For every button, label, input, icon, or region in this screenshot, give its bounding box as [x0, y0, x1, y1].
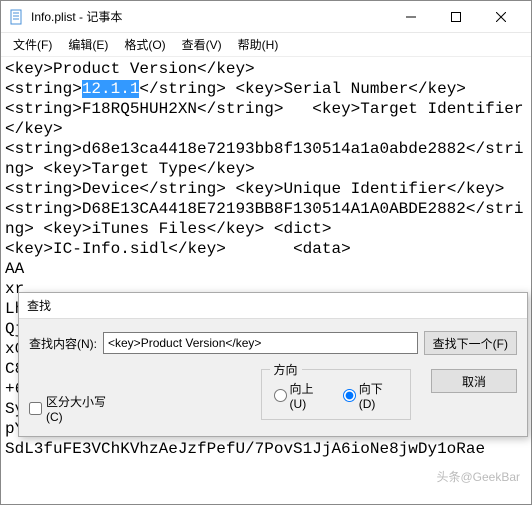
find-input[interactable] [103, 332, 418, 354]
direction-down[interactable]: 向下(D) [343, 380, 398, 411]
direction-up-radio[interactable] [274, 389, 287, 402]
window-title: Info.plist - 记事本 [31, 8, 122, 25]
direction-down-radio[interactable] [343, 389, 356, 402]
match-case-input[interactable] [29, 402, 42, 415]
menu-file[interactable]: 文件(F) [7, 34, 58, 55]
close-button[interactable] [478, 2, 523, 32]
find-label: 查找内容(N): [29, 335, 97, 352]
direction-up[interactable]: 向上(U) [274, 380, 329, 411]
minimize-button[interactable] [388, 2, 433, 32]
titlebar[interactable]: Info.plist - 记事本 [1, 1, 531, 33]
find-next-button[interactable]: 查找下一个(F) [424, 331, 517, 355]
menu-help[interactable]: 帮助(H) [232, 34, 285, 55]
find-dialog-titlebar[interactable]: 查找 [19, 293, 527, 319]
match-case-checkbox[interactable]: 区分大小写(C) [29, 393, 121, 424]
maximize-button[interactable] [433, 2, 478, 32]
cancel-button[interactable]: 取消 [431, 369, 517, 393]
menu-view[interactable]: 查看(V) [176, 34, 228, 55]
selected-text: 12.1.1 [82, 80, 140, 98]
menu-format[interactable]: 格式(O) [118, 34, 171, 55]
direction-group: 方向 向上(U) 向下(D) [261, 369, 411, 420]
menubar: 文件(F) 编辑(E) 格式(O) 查看(V) 帮助(H) [1, 33, 531, 57]
find-dialog[interactable]: 查找 查找内容(N): 查找下一个(F) 区分大小写(C) 方向 向上(U) [18, 292, 528, 437]
notepad-app-icon [9, 9, 25, 25]
find-dialog-title: 查找 [27, 297, 51, 314]
menu-edit[interactable]: 编辑(E) [62, 34, 114, 55]
direction-legend: 方向 [270, 361, 302, 378]
